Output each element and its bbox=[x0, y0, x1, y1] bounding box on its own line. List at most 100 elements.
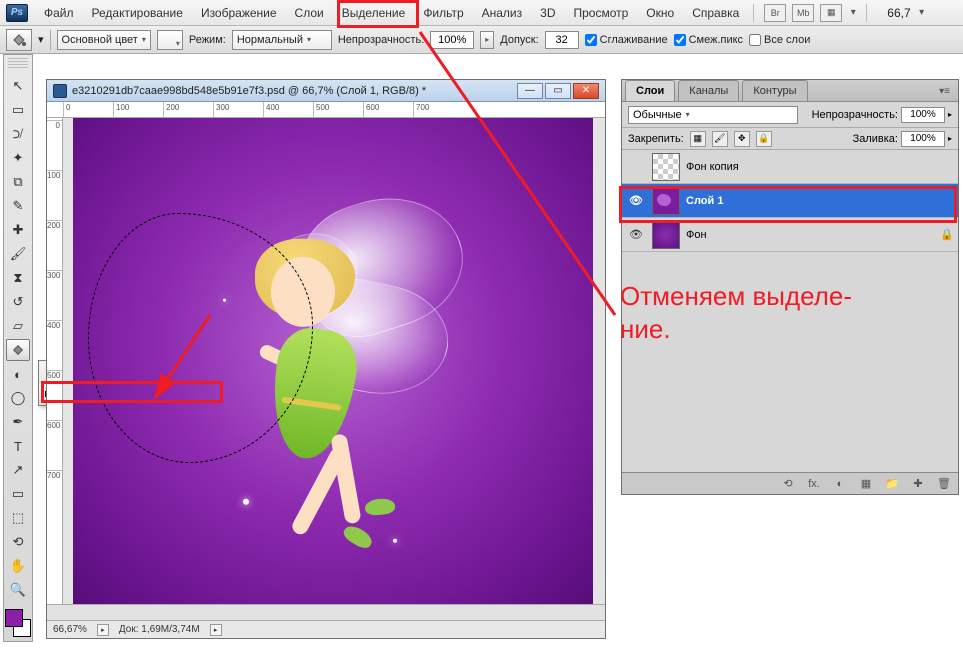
blend-mode-combo[interactable]: Обычные ▾ bbox=[628, 106, 798, 124]
3d-camera-tool-icon[interactable]: ⟲ bbox=[6, 531, 30, 553]
canvas[interactable] bbox=[73, 118, 593, 604]
eraser-tool-icon[interactable]: ▱ bbox=[6, 315, 30, 337]
pattern-swatch[interactable]: ▾ bbox=[157, 30, 183, 50]
chevron-down-icon[interactable]: ▾ bbox=[846, 6, 860, 20]
opacity-flyout-icon[interactable]: ▸ bbox=[480, 31, 494, 49]
chevron-down-icon[interactable]: ▾ bbox=[915, 6, 929, 20]
lock-all-icon[interactable]: 🔒 bbox=[756, 131, 772, 147]
link-icon[interactable]: ⟲ bbox=[780, 476, 796, 492]
layer-name[interactable]: Фон bbox=[686, 229, 707, 241]
visibility-toggle-icon[interactable] bbox=[626, 157, 646, 177]
fg-color-swatch[interactable] bbox=[5, 609, 23, 627]
menu-analysis[interactable]: Анализ bbox=[474, 2, 531, 24]
blend-mode-combo[interactable]: Нормальный ▾ bbox=[232, 30, 332, 50]
fill-source-combo[interactable]: Основной цвет ▾ bbox=[57, 30, 151, 50]
maximize-button[interactable]: ▭ bbox=[545, 83, 571, 99]
visibility-toggle-icon[interactable]: 👁 bbox=[626, 225, 646, 245]
3d-tool-icon[interactable]: ⬚ bbox=[6, 507, 30, 529]
antialias-input[interactable] bbox=[585, 34, 597, 46]
chevron-right-icon[interactable]: ▸ bbox=[948, 110, 952, 119]
ruler-vertical[interactable]: 0 100 200 300 400 500 600 700 bbox=[47, 118, 63, 604]
all-layers-input[interactable] bbox=[749, 34, 761, 46]
menu-filter[interactable]: Фильтр bbox=[415, 2, 471, 24]
color-swatches[interactable] bbox=[5, 609, 31, 637]
layer-row[interactable]: 👁 Слой 1 bbox=[622, 184, 958, 218]
stamp-tool-icon[interactable]: ⧗ bbox=[6, 267, 30, 289]
menu-edit[interactable]: Редактирование bbox=[84, 2, 191, 24]
bridge-icon[interactable]: Br bbox=[764, 4, 786, 22]
eyedropper-tool-icon[interactable]: ✎ bbox=[6, 195, 30, 217]
status-flyout-icon[interactable]: ▸ bbox=[210, 624, 222, 636]
lock-trans-icon[interactable]: ▦ bbox=[690, 131, 706, 147]
wand-tool-icon[interactable]: ✦ bbox=[6, 147, 30, 169]
minimize-button[interactable]: — bbox=[517, 83, 543, 99]
path-tool-icon[interactable]: ↗ bbox=[6, 459, 30, 481]
status-zoom[interactable]: 66,67% bbox=[53, 624, 87, 635]
opacity-input[interactable] bbox=[430, 31, 474, 49]
tab-paths[interactable]: Контуры bbox=[742, 80, 807, 101]
chevron-right-icon[interactable]: ▸ bbox=[948, 134, 952, 143]
menu-3d[interactable]: 3D bbox=[532, 2, 563, 24]
panel-menu-icon[interactable]: ▾≡ bbox=[931, 82, 958, 101]
contiguous-checkbox[interactable]: Смеж.пикс bbox=[674, 34, 743, 46]
menu-view[interactable]: Просмотр bbox=[565, 2, 636, 24]
contiguous-input[interactable] bbox=[674, 34, 686, 46]
canvas-area[interactable] bbox=[63, 118, 605, 604]
layer-thumbnail[interactable] bbox=[652, 153, 680, 181]
bucket-tool-icon[interactable] bbox=[6, 29, 32, 51]
lasso-tool-icon[interactable]: ⟉ bbox=[6, 123, 30, 145]
layer-name[interactable]: Фон копия bbox=[686, 161, 739, 173]
pen-tool-icon[interactable]: ✒ bbox=[6, 411, 30, 433]
antialias-checkbox[interactable]: Сглаживание bbox=[585, 34, 668, 46]
fx-icon[interactable]: fx. bbox=[806, 476, 822, 492]
scrollbar-horizontal[interactable] bbox=[47, 604, 605, 620]
blur-tool-icon[interactable]: ◐ bbox=[6, 363, 30, 385]
type-tool-icon[interactable]: T bbox=[6, 435, 30, 457]
menu-help[interactable]: Справка bbox=[684, 2, 747, 24]
tab-channels[interactable]: Каналы bbox=[678, 80, 739, 101]
shape-tool-icon[interactable]: ▭ bbox=[6, 483, 30, 505]
layer-thumbnail[interactable] bbox=[652, 187, 680, 215]
adjust-icon[interactable]: ▦ bbox=[858, 476, 874, 492]
menu-window[interactable]: Окно bbox=[638, 2, 682, 24]
status-flyout-icon[interactable]: ▸ bbox=[97, 624, 109, 636]
move-tool-icon[interactable]: ↖ bbox=[6, 75, 30, 97]
tolerance-input[interactable] bbox=[545, 31, 579, 49]
titlebar[interactable]: e3210291db7caae998bd548e5b91e7f3.psd @ 6… bbox=[47, 80, 605, 102]
lock-move-icon[interactable]: ✥ bbox=[734, 131, 750, 147]
mask-icon[interactable]: ◐ bbox=[832, 476, 848, 492]
menu-file[interactable]: Файл bbox=[36, 2, 82, 24]
zoom-tool-icon[interactable]: 🔍 bbox=[6, 579, 30, 601]
layer-name[interactable]: Слой 1 bbox=[686, 195, 723, 207]
hand-tool-icon[interactable]: ✋ bbox=[6, 555, 30, 577]
crop-tool-icon[interactable]: ⧉ bbox=[6, 171, 30, 193]
screen-mode-icon[interactable]: ▦ bbox=[820, 4, 842, 22]
marquee-tool-icon[interactable]: ▭ bbox=[6, 99, 30, 121]
heal-tool-icon[interactable]: ✚ bbox=[6, 219, 30, 241]
visibility-toggle-icon[interactable]: 👁 bbox=[626, 191, 646, 211]
dodge-tool-icon[interactable]: ◯ bbox=[6, 387, 30, 409]
group-icon[interactable]: 📁 bbox=[884, 476, 900, 492]
layer-row[interactable]: Фон копия bbox=[622, 150, 958, 184]
tab-layers[interactable]: Слои bbox=[625, 80, 675, 101]
trash-icon[interactable]: 🗑 bbox=[936, 476, 952, 492]
menu-select[interactable]: Выделение bbox=[334, 2, 414, 24]
status-docsize[interactable]: Док: 1,69M/3,74M bbox=[119, 624, 200, 635]
chevron-down-icon[interactable]: ▾ bbox=[38, 33, 44, 46]
close-button[interactable]: ✕ bbox=[573, 83, 599, 99]
all-layers-checkbox[interactable]: Все слои bbox=[749, 34, 810, 46]
opacity-input[interactable] bbox=[901, 107, 945, 123]
minibridge-icon[interactable]: Mb bbox=[792, 4, 814, 22]
menu-layer[interactable]: Слои bbox=[287, 2, 332, 24]
history-brush-tool-icon[interactable]: ↺ bbox=[6, 291, 30, 313]
lock-paint-icon[interactable]: 🖌 bbox=[712, 131, 728, 147]
new-layer-icon[interactable]: ✚ bbox=[910, 476, 926, 492]
grip-icon[interactable] bbox=[8, 58, 28, 68]
menu-image[interactable]: Изображение bbox=[193, 2, 285, 24]
fill-input[interactable] bbox=[901, 131, 945, 147]
zoom-level[interactable]: 66,7 bbox=[887, 6, 910, 20]
ruler-horizontal[interactable]: 0 100 200 300 400 500 600 700 bbox=[47, 102, 605, 118]
layer-row[interactable]: 👁 Фон 🔒 bbox=[622, 218, 958, 252]
bucket-tool-icon[interactable] bbox=[6, 339, 30, 361]
layer-thumbnail[interactable] bbox=[652, 221, 680, 249]
